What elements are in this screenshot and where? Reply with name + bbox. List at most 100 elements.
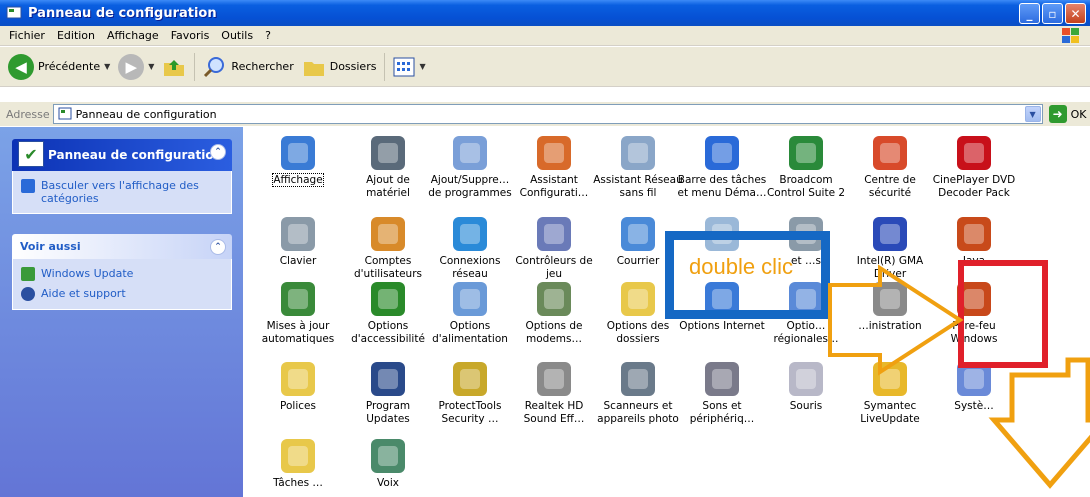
views-button[interactable]: ▼ bbox=[393, 56, 426, 78]
go-arrow-icon: ➜ bbox=[1048, 105, 1067, 123]
chevron-down-icon[interactable]: ▼ bbox=[104, 62, 110, 71]
control-panel-item[interactable]: Systè… bbox=[929, 362, 1019, 413]
control-panel-item[interactable]: Mises à jour automatiques bbox=[253, 282, 343, 346]
search-icon bbox=[204, 56, 225, 77]
menu-bar: Fichier Edition Affichage Favoris Outils… bbox=[0, 26, 1090, 46]
taskbar-icon bbox=[705, 136, 739, 170]
scheduled-tasks-icon bbox=[281, 439, 315, 473]
network-setup-icon bbox=[537, 136, 571, 170]
program-updates-icon bbox=[371, 362, 405, 396]
control-panel-item[interactable]: Program Updates bbox=[343, 362, 433, 426]
control-panel-item[interactable]: CinePlayer DVD Decoder Pack bbox=[929, 136, 1019, 200]
chevron-down-icon[interactable]: ▼ bbox=[148, 62, 154, 71]
task-pane: ✔ Panneau de configuration ⌃ Basculer ve… bbox=[0, 127, 243, 497]
see-also-header[interactable]: Voir aussi ⌃ bbox=[12, 234, 232, 259]
item-label: Comptes d'utilisateurs bbox=[354, 255, 422, 280]
java-icon bbox=[957, 217, 991, 251]
control-panel-item[interactable]: Assistant Configurati… bbox=[509, 136, 599, 200]
control-panel-item[interactable]: Sons et périphériq… bbox=[677, 362, 767, 426]
item-label: Voix bbox=[377, 477, 399, 489]
control-panel-item[interactable]: Tâches … bbox=[253, 439, 343, 490]
control-panel-icon: ✔ bbox=[18, 141, 44, 167]
item-label: Options des dossiers bbox=[606, 320, 670, 345]
up-folder-button[interactable] bbox=[162, 55, 186, 79]
control-panel-item[interactable]: Symantec LiveUpdate bbox=[845, 362, 935, 426]
control-panel-item[interactable]: Ajout de matériel bbox=[343, 136, 433, 200]
control-panel-item[interactable]: Centre de sécurité bbox=[845, 136, 935, 200]
broadcom-icon bbox=[789, 136, 823, 170]
control-panel-item[interactable]: Options d'accessibilité bbox=[343, 282, 433, 346]
menu-favoris[interactable]: Favoris bbox=[165, 29, 216, 42]
item-label: Options de modems… bbox=[525, 320, 583, 345]
control-panel-item[interactable]: Souris bbox=[761, 362, 851, 413]
address-label: Adresse bbox=[6, 107, 50, 121]
menu-fichier[interactable]: Fichier bbox=[0, 29, 51, 42]
item-label: Sons et périphériq… bbox=[689, 400, 755, 425]
menu-outils[interactable]: Outils bbox=[215, 29, 259, 42]
search-button[interactable]: Rechercher bbox=[203, 55, 294, 79]
help-support-link[interactable]: Aide et support bbox=[21, 287, 223, 301]
switch-view-link[interactable]: Basculer vers l'affichage des catégories bbox=[21, 179, 223, 205]
control-panel-item[interactable]: Polices bbox=[253, 362, 343, 413]
control-panel-item[interactable]: Broadcom Control Suite 2 bbox=[761, 136, 851, 200]
control-panel-item[interactable]: …inistration bbox=[845, 282, 935, 333]
control-panel-item[interactable]: Voix bbox=[343, 439, 433, 490]
close-button[interactable]: ✕ bbox=[1065, 3, 1086, 24]
item-label: Scanneurs et appareils photo bbox=[597, 400, 679, 425]
collapse-icon[interactable]: ⌃ bbox=[210, 239, 226, 255]
accessibility-icon bbox=[371, 282, 405, 316]
control-panel-item[interactable]: Contrôleurs de jeu bbox=[509, 217, 599, 281]
annotation-box: double clic bbox=[665, 231, 830, 319]
address-dropdown-icon[interactable]: ▼ bbox=[1024, 106, 1041, 122]
chevron-down-icon[interactable]: ▼ bbox=[419, 62, 425, 71]
item-label: Ajout de matériel bbox=[366, 174, 410, 199]
see-also-body: Windows Update Aide et support bbox=[12, 259, 232, 310]
fonts-icon bbox=[281, 362, 315, 396]
control-panel-item[interactable]: Realtek HD Sound Eff… bbox=[509, 362, 599, 426]
security-center-icon bbox=[873, 136, 907, 170]
control-panel-item[interactable]: ProtectTools Security … bbox=[425, 362, 515, 426]
item-label: Affichage bbox=[272, 173, 324, 187]
windows-update-link[interactable]: Windows Update bbox=[21, 267, 223, 281]
address-input[interactable]: Panneau de configuration ▼ bbox=[52, 104, 1043, 124]
item-label: Options d'alimentation bbox=[432, 320, 508, 345]
protecttools-icon bbox=[453, 362, 487, 396]
control-panel-item[interactable]: Barre des tâches et menu Déma… bbox=[677, 136, 767, 200]
folders-button[interactable]: Dossiers bbox=[302, 55, 376, 79]
switch-view-label: Basculer vers l'affichage des catégories bbox=[41, 179, 199, 205]
control-panel-item[interactable]: Connexions réseau bbox=[425, 217, 515, 281]
toolbar: ◀ Précédente ▼ ▶ ▼ Rechercher Dossiers ▼ bbox=[0, 47, 1090, 87]
control-panel-item[interactable]: Ajout/Suppre… de programmes bbox=[425, 136, 515, 200]
control-panel-item[interactable]: Intel(R) GMA Driver bbox=[845, 217, 935, 281]
control-panel-panel-body: Basculer vers l'affichage des catégories bbox=[12, 171, 232, 214]
category-view-icon bbox=[21, 179, 35, 193]
folder-options-icon bbox=[621, 282, 655, 316]
scanners-cameras-icon bbox=[621, 362, 655, 396]
collapse-icon[interactable]: ⌃ bbox=[210, 144, 226, 160]
control-panel-panel-header[interactable]: ✔ Panneau de configuration ⌃ bbox=[12, 139, 232, 171]
item-label: ProtectTools Security … bbox=[438, 400, 502, 425]
minimize-button[interactable]: _ bbox=[1019, 3, 1040, 24]
control-panel-item[interactable]: Comptes d'utilisateurs bbox=[343, 217, 433, 281]
go-button[interactable]: ➜ OK bbox=[1048, 105, 1086, 123]
folders-icon bbox=[303, 61, 324, 76]
control-panel-item[interactable]: Affichage bbox=[253, 136, 343, 187]
item-label: Mises à jour automatiques bbox=[261, 320, 335, 345]
menu-edition[interactable]: Edition bbox=[51, 29, 101, 42]
menu-affichage[interactable]: Affichage bbox=[101, 29, 165, 42]
item-label: Realtek HD Sound Eff… bbox=[523, 400, 585, 425]
control-panel-item[interactable]: Assistant Réseau sans fil bbox=[593, 136, 683, 200]
control-panel-item[interactable]: Clavier bbox=[253, 217, 343, 268]
back-arrow-icon: ◀ bbox=[8, 53, 34, 80]
control-panel-item[interactable]: Options d'alimentation bbox=[425, 282, 515, 346]
control-panel-item[interactable]: Options de modems… bbox=[509, 282, 599, 346]
toolbar-separator bbox=[384, 52, 386, 81]
forward-button[interactable]: ▶ ▼ bbox=[118, 53, 154, 80]
back-button[interactable]: ◀ Précédente ▼ bbox=[8, 53, 110, 80]
speech-icon bbox=[371, 439, 405, 473]
control-panel-item[interactable]: Scanneurs et appareils photo bbox=[593, 362, 683, 426]
maximize-button[interactable]: ▫ bbox=[1042, 3, 1063, 24]
menu-help[interactable]: ? bbox=[259, 29, 277, 42]
window-title: Panneau de configuration bbox=[28, 5, 217, 21]
windows-update-icon bbox=[21, 267, 35, 281]
